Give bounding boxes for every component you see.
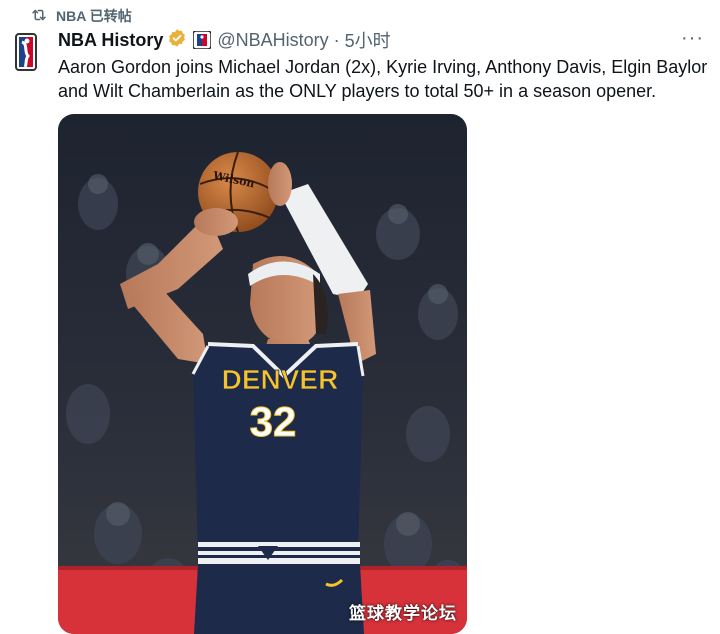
tweet-header: NBA History @NBAHistory · 5小时 — [58, 28, 700, 52]
tweet-time[interactable]: 5小时 — [345, 27, 391, 53]
watermark: 篮球教学论坛 — [349, 604, 457, 623]
jersey-number: 32 — [250, 398, 297, 445]
org-badge-icon[interactable] — [192, 30, 213, 50]
repost-label: NBA 已转帖 — [56, 8, 132, 24]
header-separator: · — [333, 29, 340, 50]
tweet-media-photo[interactable]: Wilson DENVER 32 篮球教学论坛 — [58, 114, 467, 634]
repost-indicator[interactable]: NBA 已转帖 — [30, 6, 132, 26]
nba-logo-icon[interactable] — [12, 30, 40, 74]
repost-icon — [30, 6, 48, 27]
author-name[interactable]: NBA History — [58, 30, 163, 51]
more-icon[interactable]: ··· — [681, 28, 704, 48]
author-handle[interactable]: @NBAHistory — [217, 30, 328, 51]
jersey-team: DENVER — [222, 364, 339, 395]
verified-gold-icon[interactable] — [163, 28, 187, 53]
tweet-text: Aaron Gordon joins Michael Jordan (2x), … — [58, 57, 708, 101]
